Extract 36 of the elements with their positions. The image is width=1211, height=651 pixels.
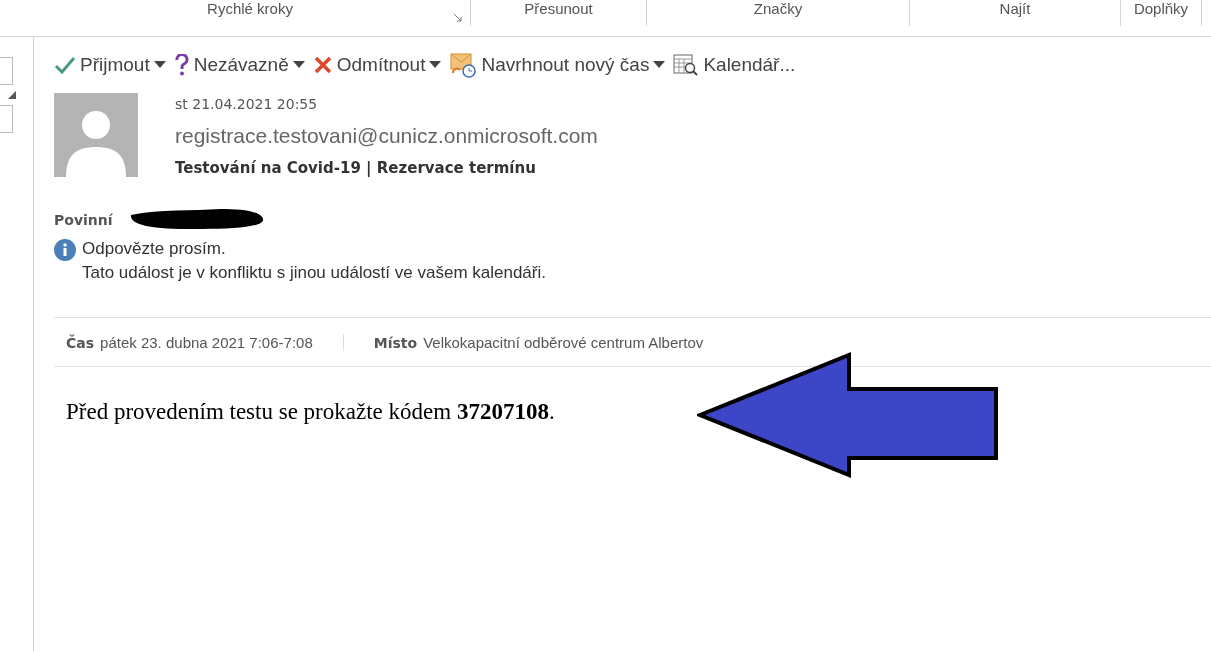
panel-edge — [0, 57, 13, 85]
envelope-clock-icon — [449, 52, 478, 78]
caret-icon — [292, 61, 305, 69]
info-icon — [54, 239, 76, 261]
toolbar-button[interactable]: Kalendář... — [673, 53, 796, 77]
panel-edge — [0, 105, 13, 133]
info-text: Odpovězte prosím. — [82, 239, 227, 259]
dialog-launcher-icon[interactable] — [453, 13, 462, 22]
ribbon-group-label: Přesunout — [524, 0, 593, 18]
caret-icon — [429, 61, 442, 69]
triangle-icon[interactable] — [8, 91, 16, 99]
detail-value: pátek 23. dubna 2021 7:06-7:08 — [100, 333, 313, 351]
calendar-search-icon — [673, 53, 700, 77]
caret-icon — [653, 61, 666, 69]
sender-address: registrace.testovani@cunicz.onmicrosoft.com — [175, 123, 598, 149]
ribbon-group-label: Rychlé kroky — [207, 0, 293, 18]
required-label: Povinní — [54, 212, 113, 228]
ribbon-group-label: Doplňky — [1133, 0, 1189, 18]
toolbar-button[interactable]: Odmítnout — [312, 54, 442, 76]
check-icon — [54, 55, 76, 75]
detail-value: Velkokapacitní odběrové centrum Albertov — [423, 333, 704, 351]
toolbar-button[interactable]: Nezávazně — [173, 54, 305, 76]
cross-icon — [312, 55, 333, 75]
caret-icon — [153, 61, 166, 69]
detail-label: Čas — [66, 334, 95, 351]
toolbar-button[interactable]: Přijmout — [54, 54, 166, 76]
question-mark-icon — [173, 54, 190, 76]
body-text: Před provedením testu se prokažte kódem 37207108. — [66, 399, 556, 425]
ribbon-group-label: Najít — [999, 0, 1031, 18]
message-date: st 21.04.2021 20:55 — [175, 95, 319, 114]
ribbon-group-label: Značky — [753, 0, 803, 18]
message-subject: Testování na Covid-19 | Rezervace termínu — [175, 159, 537, 177]
toolbar-button[interactable]: Navrhnout nový čas — [449, 52, 666, 78]
detail-label: Místo — [373, 334, 418, 351]
info-text: Tato událost je v konfliktu s jinou událostí ve vašem kalendáři. — [82, 263, 546, 283]
avatar-icon — [54, 93, 138, 177]
